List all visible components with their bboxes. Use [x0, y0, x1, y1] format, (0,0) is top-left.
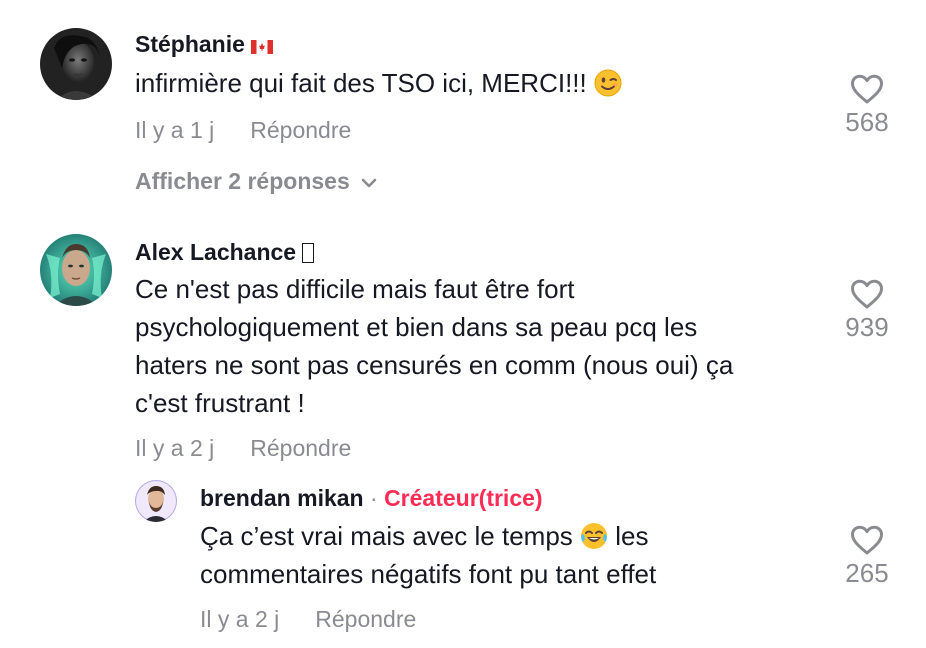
reply-text-line: Ça c’est vrai mais avec le temps les: [200, 521, 649, 551]
reply-button[interactable]: Répondre: [250, 117, 351, 143]
avatar[interactable]: [40, 234, 112, 306]
creator-badge: Créateur(trice): [384, 485, 543, 511]
like-count: 568: [845, 107, 889, 137]
comment-text-line: psychologiquement et bien dans sa peau p…: [135, 312, 698, 342]
like-count: 939: [845, 312, 889, 342]
comment-meta: Il y a 2 j Répondre: [135, 434, 351, 462]
canada-flag-icon: [250, 32, 273, 60]
reply-time: Il y a 2 j: [200, 606, 280, 632]
reply-text: Ça c’est vrai mais avec le temps les com…: [200, 517, 820, 593]
reply-button[interactable]: Répondre: [315, 606, 416, 632]
heart-icon: [851, 74, 883, 104]
comment-time: Il y a 2 j: [135, 435, 215, 461]
avatar[interactable]: [40, 28, 112, 100]
reply-author[interactable]: brendan mikan · Créateur(trice): [200, 484, 543, 512]
comment-time: Il y a 1 j: [135, 117, 215, 143]
winking-face-icon: [594, 69, 622, 97]
heart-icon: [851, 525, 883, 555]
reply-text-line: commentaires négatifs font pu tant effet: [200, 559, 657, 589]
comment-text-line: c'est frustrant !: [135, 388, 305, 418]
comment-text-line: Ce n'est pas difficile mais faut être fo…: [135, 274, 575, 304]
author-separator: ·: [370, 485, 378, 511]
chevron-down-icon: [361, 178, 377, 188]
reply-meta: Il y a 2 j Répondre: [200, 605, 416, 633]
comment-author[interactable]: Stéphanie: [135, 30, 273, 60]
like-count: 265: [845, 558, 889, 588]
missing-glyph-icon: [302, 243, 315, 263]
comment-meta: Il y a 1 j Répondre: [135, 116, 351, 144]
heart-icon: [851, 279, 883, 309]
comment-text-line: haters ne sont pas censurés en comm (nou…: [135, 350, 734, 380]
comment-text: Ce n'est pas difficile mais faut être fo…: [135, 270, 825, 422]
comment-author[interactable]: Alex Lachance: [135, 238, 315, 266]
face-with-tears-of-joy-icon: [580, 522, 608, 550]
like-button[interactable]: 939: [827, 279, 907, 343]
view-replies-button[interactable]: Afficher 2 réponses: [135, 167, 378, 195]
like-button[interactable]: 568: [827, 74, 907, 138]
reply-button[interactable]: Répondre: [250, 435, 351, 461]
like-button[interactable]: 265: [827, 525, 907, 589]
avatar[interactable]: [135, 480, 177, 522]
comment-text: infirmière qui fait des TSO ici, MERCI!!…: [135, 64, 815, 102]
